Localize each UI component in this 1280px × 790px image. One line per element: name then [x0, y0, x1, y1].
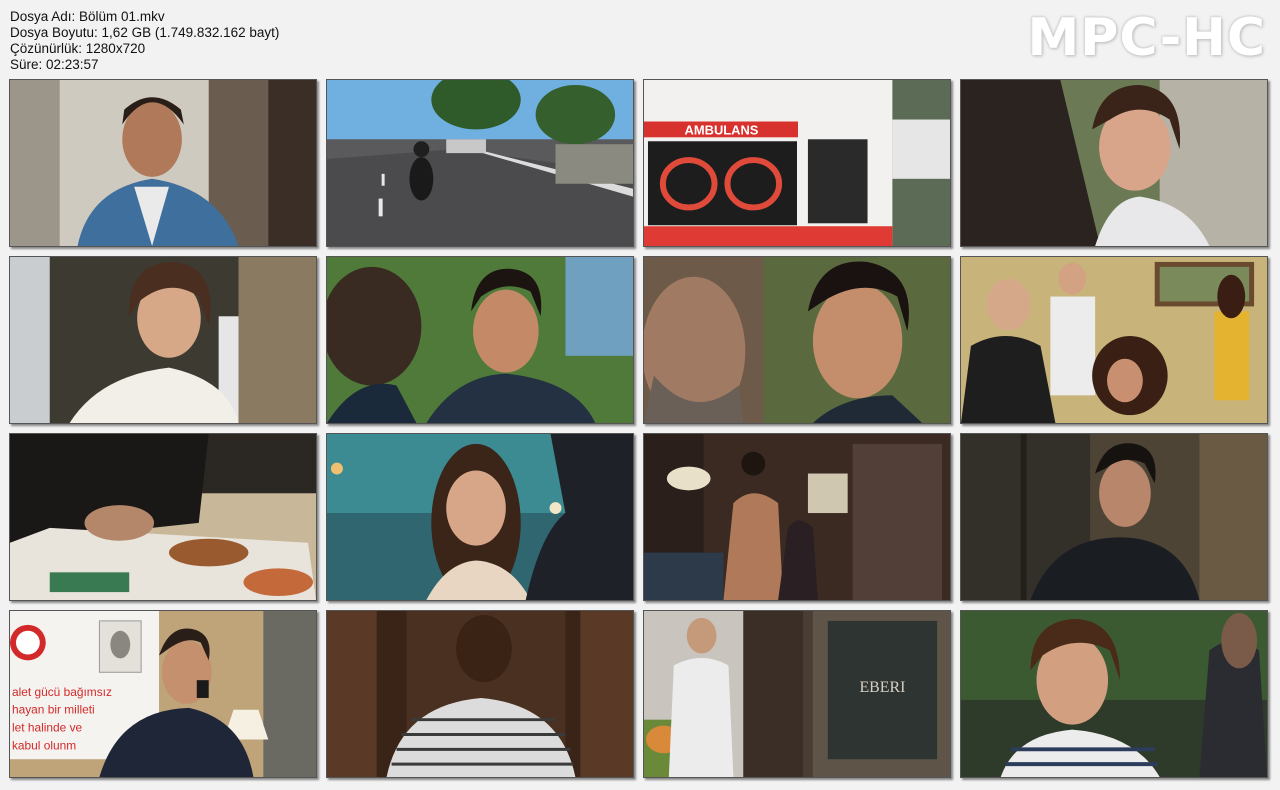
thumbnail-frame-1: [9, 79, 317, 247]
thumbnail-frame-12: [960, 433, 1268, 601]
wall-text-line-4: kabul olunm: [12, 738, 76, 752]
ambulance-sign: AMBULANS: [685, 122, 759, 137]
thumbnail-frame-14: [326, 610, 634, 778]
thumbnail-grid: AMBULANS alet gücü bağımsız hayan bir mi…: [9, 79, 1271, 781]
resolution: Çözünürlük: 1280x720: [10, 41, 146, 56]
thumbnail-frame-13: alet gücü bağımsız hayan bir milleti let…: [9, 610, 317, 778]
file-info: Dosya Adı: Bölüm 01.mkv Dosya Boyutu: 1,…: [10, 9, 279, 73]
file-name: Dosya Adı: Bölüm 01.mkv: [10, 9, 165, 24]
thumbnail-frame-9: [9, 433, 317, 601]
mpc-hc-logo: MPC-HC: [1027, 8, 1266, 68]
thumbnail-frame-4: [960, 79, 1268, 247]
thumbnail-frame-15: EBERI: [643, 610, 951, 778]
thumbnail-frame-2: [326, 79, 634, 247]
file-size: Dosya Boyutu: 1,62 GB (1.749.832.162 bay…: [10, 25, 280, 40]
thumbnail-frame-11: [643, 433, 951, 601]
thumbnail-frame-7: [643, 256, 951, 424]
thumbnail-frame-3: AMBULANS: [643, 79, 951, 247]
wall-text-line-1: alet gücü bağımsız: [12, 685, 112, 699]
duration: Süre: 02:23:57: [10, 57, 99, 72]
shop-sign-text: EBERI: [859, 679, 905, 696]
thumbnail-frame-8: [960, 256, 1268, 424]
wall-text-line-3: let halinde ve: [12, 721, 83, 735]
wall-text-line-2: hayan bir milleti: [12, 703, 95, 717]
thumbnail-frame-10: [326, 433, 634, 601]
thumbnail-frame-5: [9, 256, 317, 424]
thumbnail-frame-16: [960, 610, 1268, 778]
thumbnail-frame-6: [326, 256, 634, 424]
